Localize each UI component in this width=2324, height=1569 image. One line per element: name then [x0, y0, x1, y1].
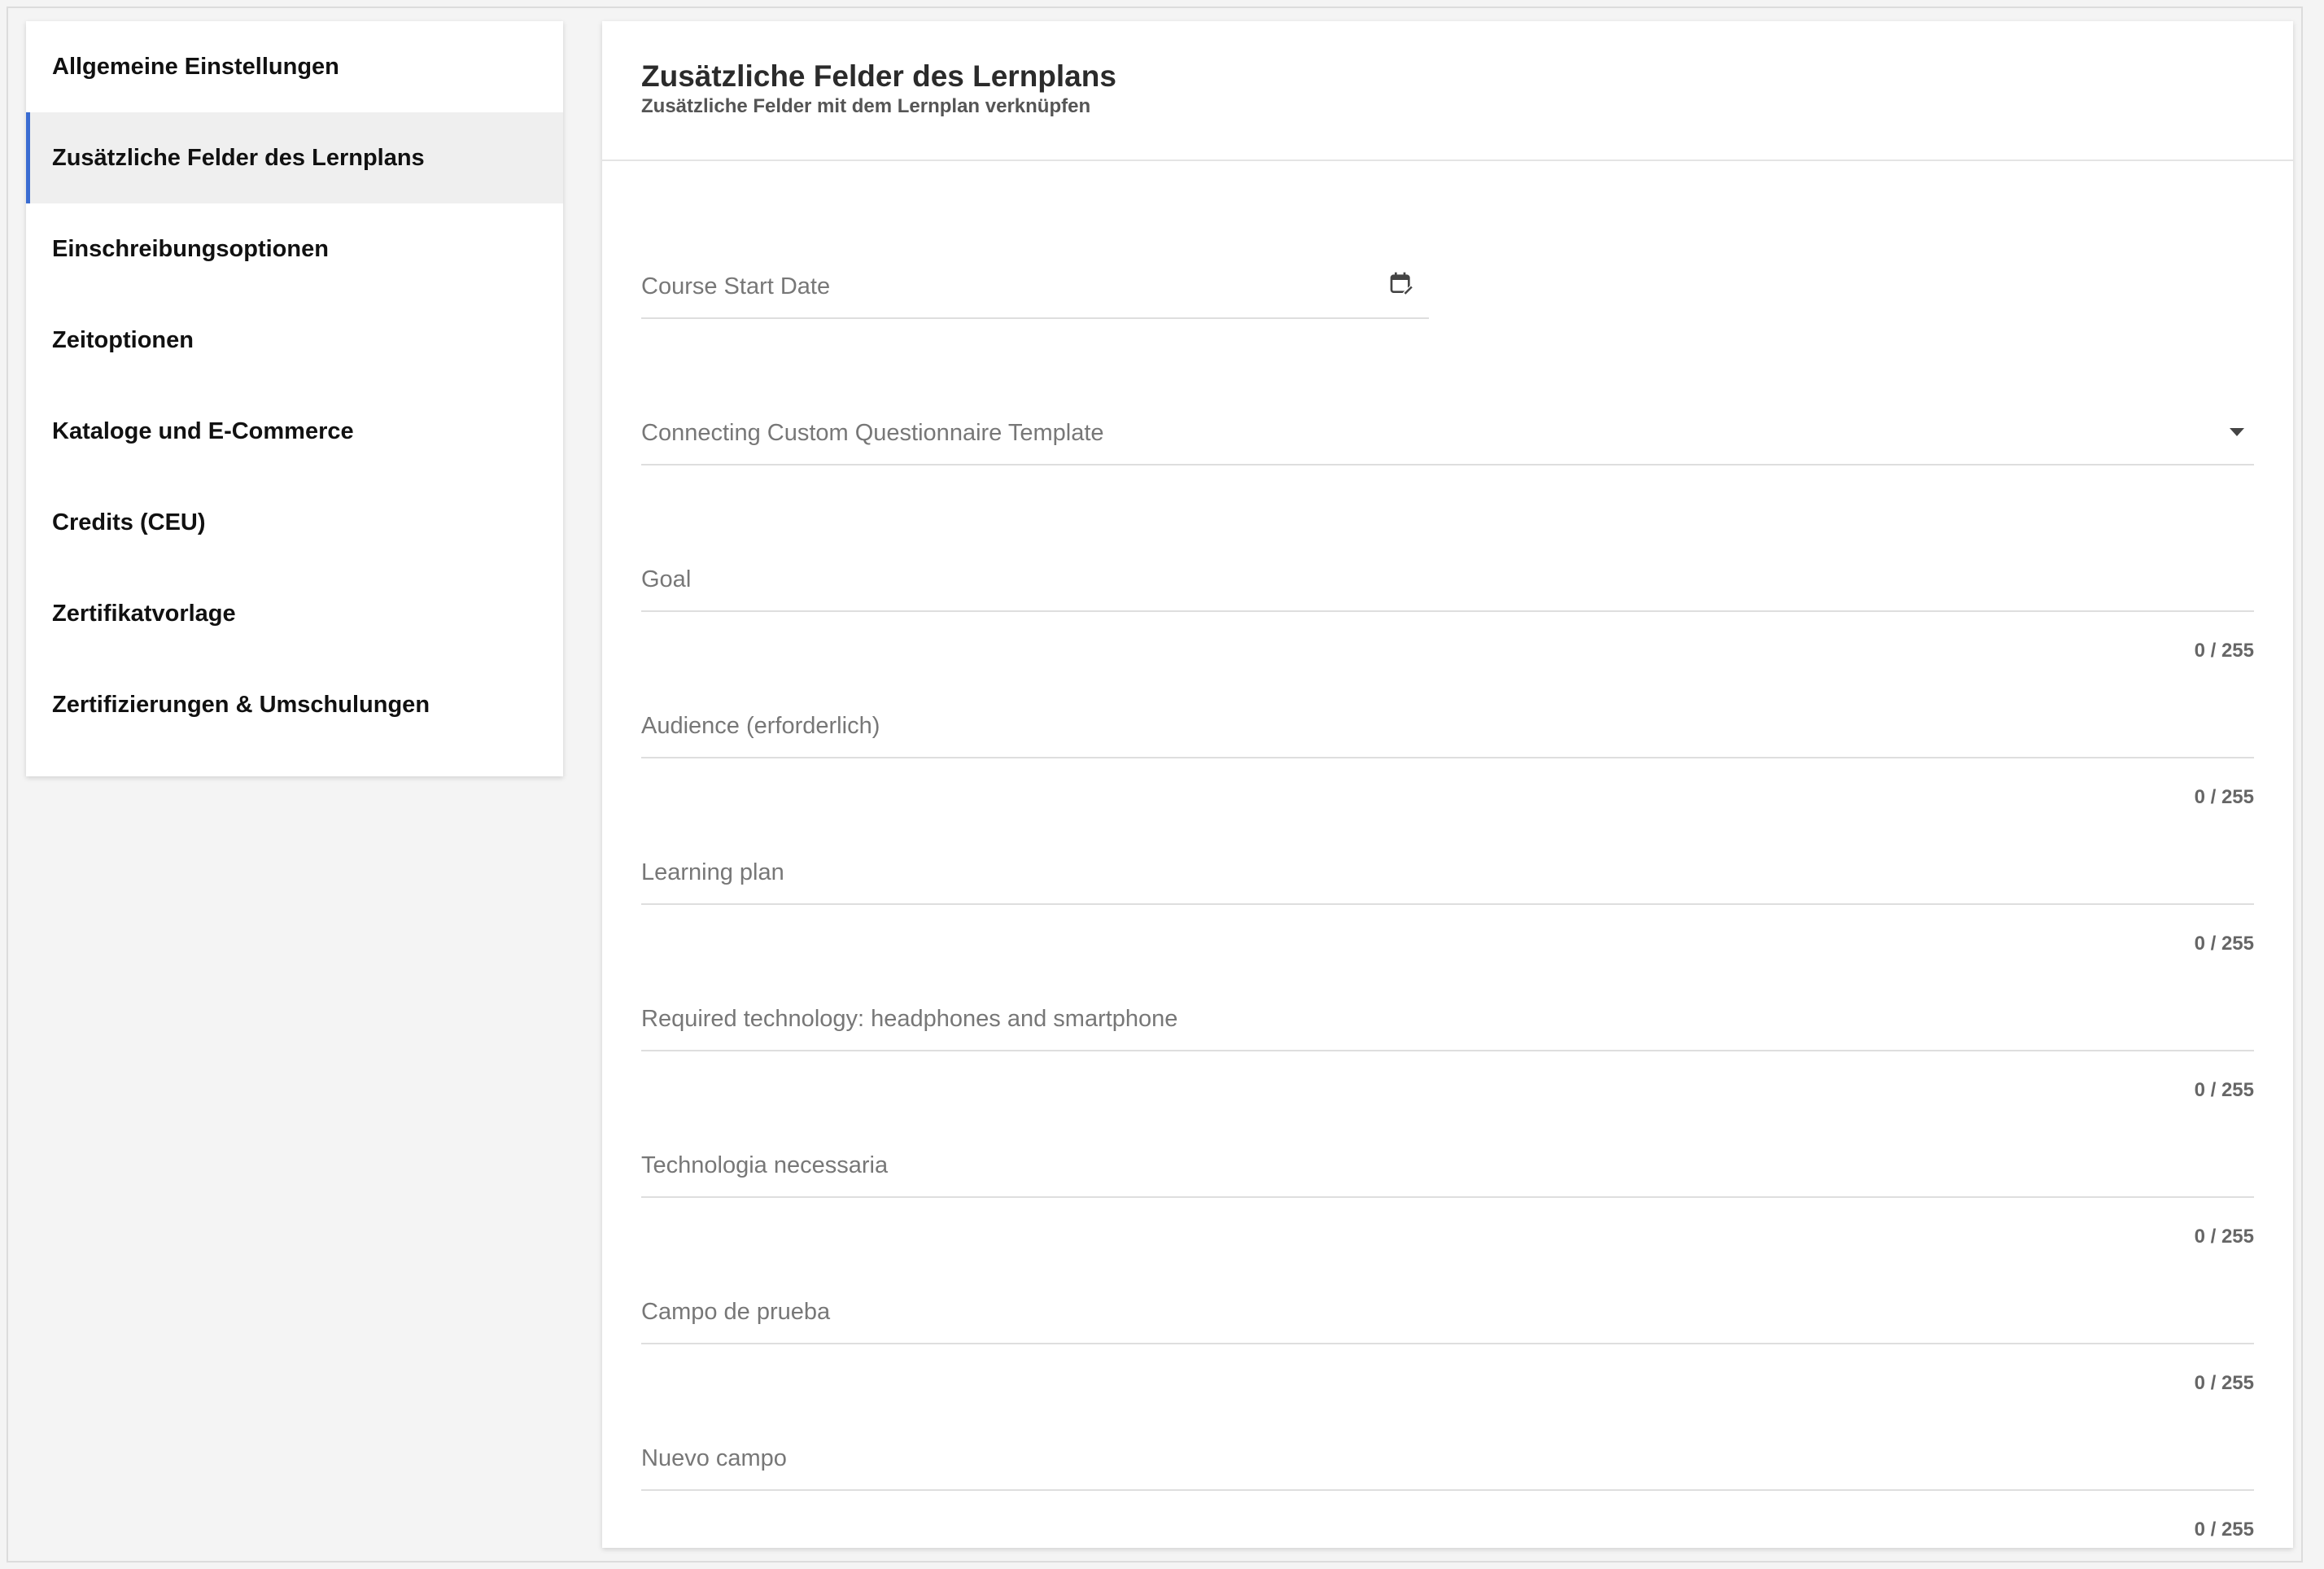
audience-underline — [641, 757, 2254, 758]
audience-char-counter: 0 / 255 — [2194, 786, 2254, 808]
technologia-necessaria-input[interactable]: Technologia necessaria 0 / 255 — [641, 1151, 2254, 1248]
sidebar-item-additional-fields[interactable]: Zusätzliche Felder des Lernplans — [26, 112, 563, 203]
learning-plan-underline — [641, 903, 2254, 905]
required-technology-label: Required technology: headphones and smar… — [641, 1006, 1178, 1032]
goal-char-counter: 0 / 255 — [2194, 640, 2254, 662]
questionnaire-template-underline — [641, 464, 2254, 465]
learning-plan-input[interactable]: Learning plan 0 / 255 — [641, 858, 2254, 955]
sidebar-item-catalogs-ecommerce[interactable]: Kataloge und E-Commerce — [26, 386, 563, 477]
nuevo-campo-char-counter: 0 / 255 — [2194, 1519, 2254, 1541]
audience-input[interactable]: Audience (erforderlich) 0 / 255 — [641, 711, 2254, 808]
nuevo-campo-label: Nuevo campo — [641, 1445, 787, 1471]
technologia-necessaria-underline — [641, 1196, 2254, 1198]
sidebar-item-enrollment-options[interactable]: Einschreibungsoptionen — [26, 203, 563, 295]
required-technology-char-counter: 0 / 255 — [2194, 1079, 2254, 1101]
nuevo-campo-input[interactable]: Nuevo campo 0 / 255 — [641, 1444, 2254, 1541]
nuevo-campo-underline — [641, 1489, 2254, 1491]
calendar-edit-icon[interactable] — [1388, 270, 1414, 296]
campo-de-prueba-input[interactable]: Campo de prueba 0 / 255 — [641, 1297, 2254, 1394]
learning-plan-label: Learning plan — [641, 859, 784, 885]
technologia-necessaria-label: Technologia necessaria — [641, 1152, 889, 1178]
course-start-date-label: Course Start Date — [641, 273, 831, 299]
sidebar-item-certificate-template[interactable]: Zertifikatvorlage — [26, 568, 563, 659]
page-title: Zusätzliche Felder des Lernplans — [641, 59, 1116, 93]
goal-input[interactable]: Goal 0 / 255 — [641, 565, 2254, 662]
settings-sidebar: Allgemeine Einstellungen Zusätzliche Fel… — [26, 21, 563, 776]
campo-de-prueba-char-counter: 0 / 255 — [2194, 1372, 2254, 1394]
panel-header: Zusätzliche Felder des Lernplans Zusätzl… — [602, 21, 2293, 161]
caret-down-icon[interactable] — [2230, 428, 2244, 436]
sidebar-item-general-settings[interactable]: Allgemeine Einstellungen — [26, 21, 563, 112]
campo-de-prueba-label: Campo de prueba — [641, 1299, 831, 1325]
additional-fields-panel: Zusätzliche Felder des Lernplans Zusätzl… — [602, 21, 2293, 1548]
sidebar-item-credits[interactable]: Credits (CEU) — [26, 477, 563, 568]
learning-plan-char-counter: 0 / 255 — [2194, 933, 2254, 955]
sidebar-item-time-options[interactable]: Zeitoptionen — [26, 295, 563, 386]
required-technology-input[interactable]: Required technology: headphones and smar… — [641, 1004, 2254, 1101]
technologia-necessaria-char-counter: 0 / 255 — [2194, 1226, 2254, 1248]
audience-label: Audience (erforderlich) — [641, 713, 880, 739]
sidebar-item-certifications-retraining[interactable]: Zertifizierungen & Umschulungen — [26, 659, 563, 750]
course-start-date-field[interactable]: Course Start Date — [641, 272, 1429, 319]
goal-underline — [641, 610, 2254, 612]
goal-label: Goal — [641, 566, 692, 592]
questionnaire-template-label: Connecting Custom Questionnaire Template — [641, 420, 1104, 446]
page-subtitle: Zusätzliche Felder mit dem Lernplan verk… — [641, 95, 1091, 117]
campo-de-prueba-underline — [641, 1343, 2254, 1344]
required-technology-underline — [641, 1050, 2254, 1051]
questionnaire-template-select[interactable]: Connecting Custom Questionnaire Template — [641, 418, 2254, 465]
course-start-date-underline — [641, 317, 1429, 319]
